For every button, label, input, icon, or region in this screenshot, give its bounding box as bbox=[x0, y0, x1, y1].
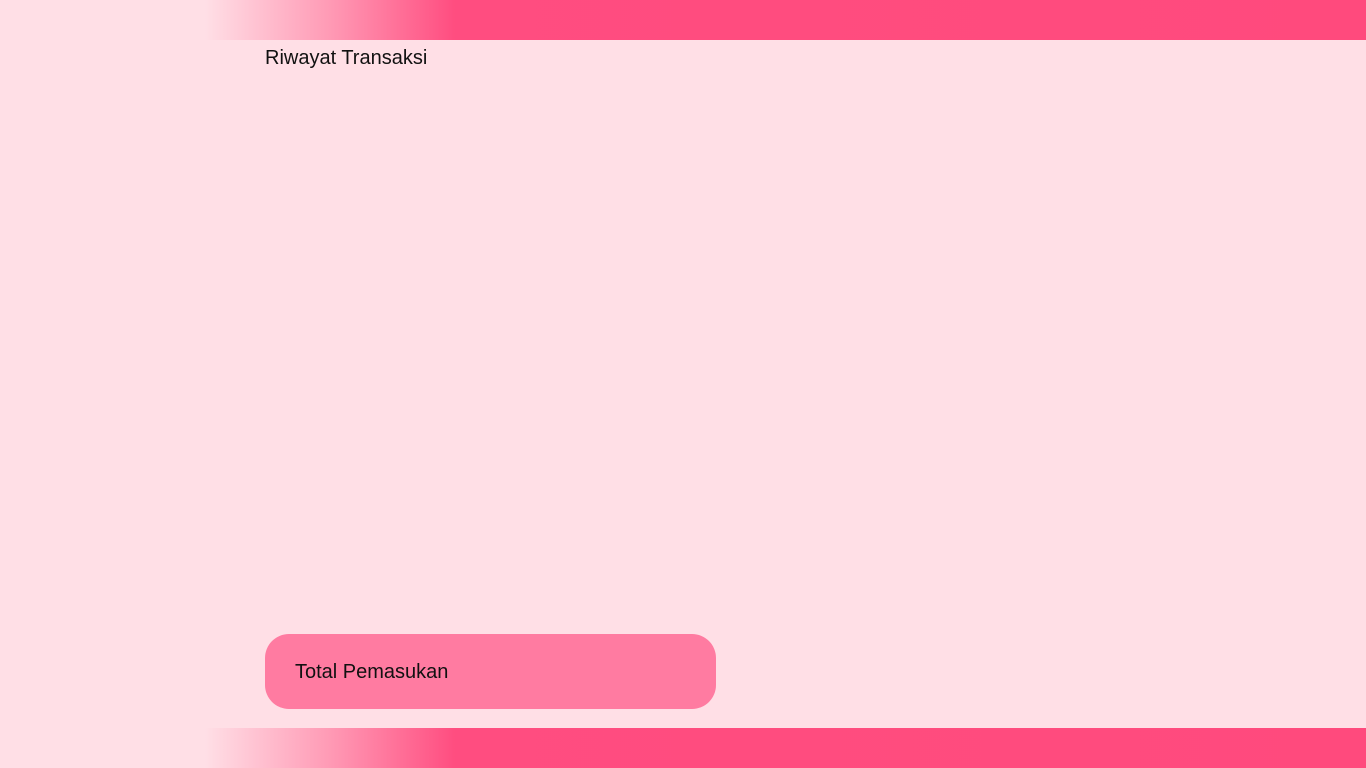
total-income-label: Total Pemasukan bbox=[295, 660, 449, 683]
top-bar bbox=[0, 0, 1366, 40]
page-title: Riwayat Transaksi bbox=[265, 47, 428, 69]
bottom-bar bbox=[0, 728, 1366, 768]
total-income-card[interactable]: Total Pemasukan bbox=[265, 634, 716, 709]
